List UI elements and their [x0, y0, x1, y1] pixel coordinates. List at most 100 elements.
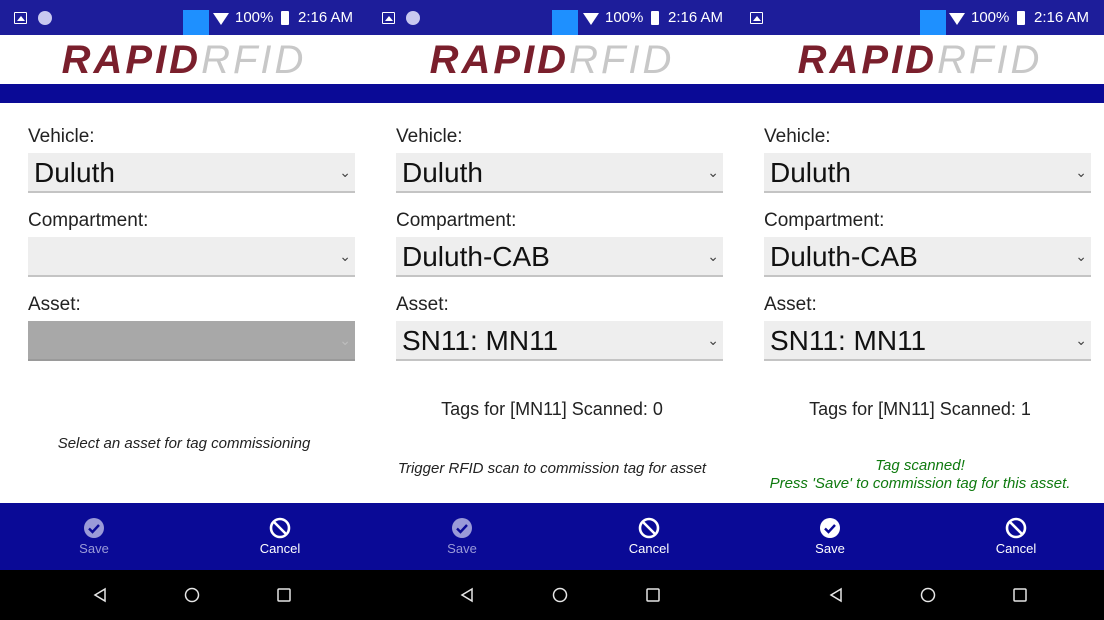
battery-charging-icon: [281, 11, 289, 25]
action-footer: Save Cancel: [0, 503, 368, 570]
chevron-down-icon: ⌄: [707, 165, 719, 181]
instruction-message: Select an asset for tag commissioning: [57, 435, 311, 452]
recents-icon[interactable]: [1012, 587, 1028, 603]
cancel-label: Cancel: [259, 541, 301, 556]
battery-percent: 100%: [235, 9, 274, 26]
logo-rfid-text: RFID: [569, 38, 675, 82]
clock: 2:16 AM: [1034, 9, 1090, 26]
vehicle-select-value: Duluth: [402, 157, 483, 188]
cancel-label: Cancel: [995, 541, 1037, 556]
rapidrfid-logo: RAPIDRFID: [736, 38, 1104, 82]
android-nav-bar: [736, 570, 1104, 620]
battery-percent: 100%: [605, 9, 644, 26]
cancel-button[interactable]: Cancel: [589, 503, 709, 570]
action-footer: Save Cancel: [368, 503, 736, 570]
phone-screen-3: 100% 2:16 AM RAPIDRFID Vehicle: Duluth ⌄…: [736, 0, 1104, 620]
vehicle-label: Vehicle:: [28, 126, 95, 147]
logo-rapid-text: RAPID: [429, 38, 570, 82]
chevron-down-icon: ⌄: [707, 333, 719, 349]
clock: 2:16 AM: [668, 9, 724, 26]
wifi-icon: [583, 13, 599, 25]
sync-notification-icon: [38, 11, 52, 25]
asset-select[interactable]: ⌄: [28, 321, 355, 361]
sync-notification-icon: [406, 11, 420, 25]
check-circle-icon: [452, 518, 472, 538]
compartment-select-value: Duluth-CAB: [770, 241, 918, 272]
chevron-down-icon: ⌄: [339, 333, 351, 349]
vehicle-select-value: Duluth: [770, 157, 851, 188]
logo-rfid-text: RFID: [201, 38, 307, 82]
asset-select[interactable]: SN11: MN11 ⌄: [396, 321, 723, 361]
asset-select[interactable]: SN11: MN11 ⌄: [764, 321, 1091, 361]
status-bar: 100% 2:16 AM: [736, 0, 1104, 35]
tags-scanned-count: Tags for [MN11] Scanned: 1: [809, 399, 1031, 419]
compartment-select[interactable]: Duluth-CAB ⌄: [764, 237, 1091, 277]
cancel-button[interactable]: Cancel: [220, 503, 340, 570]
phone-screen-2: 100% 2:16 AM RAPIDRFID Vehicle: Duluth ⌄…: [368, 0, 736, 620]
ban-icon: [269, 517, 291, 539]
asset-select-value: SN11: MN11: [770, 325, 927, 356]
status-bar: 100% 2:16 AM: [0, 0, 368, 35]
chevron-down-icon: ⌄: [1075, 249, 1087, 265]
asset-label: Asset:: [28, 294, 81, 315]
compartment-select[interactable]: Duluth-CAB ⌄: [396, 237, 723, 277]
logo-rapid-text: RAPID: [797, 38, 938, 82]
compartment-label: Compartment:: [28, 210, 149, 231]
status-highlight: [552, 10, 578, 35]
android-nav-bar: [368, 570, 736, 620]
save-button[interactable]: Save: [34, 503, 154, 570]
vehicle-label: Vehicle:: [764, 126, 831, 147]
phone-screen-1: 100% 2:16 AM RAPIDRFID Vehicle: Duluth ⌄…: [0, 0, 368, 620]
chevron-down-icon: ⌄: [339, 165, 351, 181]
image-notification-icon: [750, 12, 763, 24]
recents-icon[interactable]: [276, 587, 292, 603]
wifi-icon: [213, 13, 229, 25]
save-button[interactable]: Save: [770, 503, 890, 570]
rapidrfid-logo: RAPIDRFID: [0, 38, 368, 82]
check-circle-icon: [84, 518, 104, 538]
save-label: Save: [815, 541, 845, 556]
asset-label: Asset:: [764, 294, 817, 315]
vehicle-select[interactable]: Duluth ⌄: [396, 153, 723, 193]
status-highlight: [920, 10, 946, 35]
wifi-icon: [949, 13, 965, 25]
vehicle-select-value: Duluth: [34, 157, 115, 188]
compartment-label: Compartment:: [396, 210, 517, 231]
battery-full-icon: [1017, 11, 1025, 25]
recents-icon[interactable]: [645, 587, 661, 603]
instruction-message: Trigger RFID scan to commission tag for …: [397, 460, 707, 477]
ban-icon: [638, 517, 660, 539]
chevron-down-icon: ⌄: [339, 249, 351, 265]
success-message: Tag scanned! Press 'Save' to commission …: [736, 457, 1104, 493]
back-icon[interactable]: [459, 587, 475, 603]
cancel-button[interactable]: Cancel: [956, 503, 1076, 570]
save-button[interactable]: Save: [402, 503, 522, 570]
battery-percent: 100%: [971, 9, 1010, 26]
home-icon[interactable]: [184, 587, 200, 603]
chevron-down-icon: ⌄: [707, 249, 719, 265]
home-icon[interactable]: [552, 587, 568, 603]
success-message-line1: Tag scanned!: [875, 457, 965, 474]
logo-rapid-text: RAPID: [61, 38, 202, 82]
back-icon[interactable]: [828, 587, 844, 603]
compartment-select[interactable]: ⌄: [28, 237, 355, 277]
save-label: Save: [447, 541, 477, 556]
home-icon[interactable]: [920, 587, 936, 603]
header-bar: [736, 84, 1104, 103]
tags-scanned-count: Tags for [MN11] Scanned: 0: [441, 399, 663, 419]
success-message-line2: Press 'Save' to commission tag for this …: [769, 475, 1071, 492]
vehicle-label: Vehicle:: [396, 126, 463, 147]
vehicle-select[interactable]: Duluth ⌄: [764, 153, 1091, 193]
back-icon[interactable]: [92, 587, 108, 603]
image-notification-icon: [14, 12, 27, 24]
check-circle-icon: [820, 518, 840, 538]
compartment-select-value: Duluth-CAB: [402, 241, 550, 272]
image-notification-icon: [382, 12, 395, 24]
android-nav-bar: [0, 570, 368, 620]
cancel-label: Cancel: [628, 541, 670, 556]
logo-rfid-text: RFID: [937, 38, 1043, 82]
compartment-label: Compartment:: [764, 210, 885, 231]
chevron-down-icon: ⌄: [1075, 333, 1087, 349]
ban-icon: [1005, 517, 1027, 539]
vehicle-select[interactable]: Duluth ⌄: [28, 153, 355, 193]
